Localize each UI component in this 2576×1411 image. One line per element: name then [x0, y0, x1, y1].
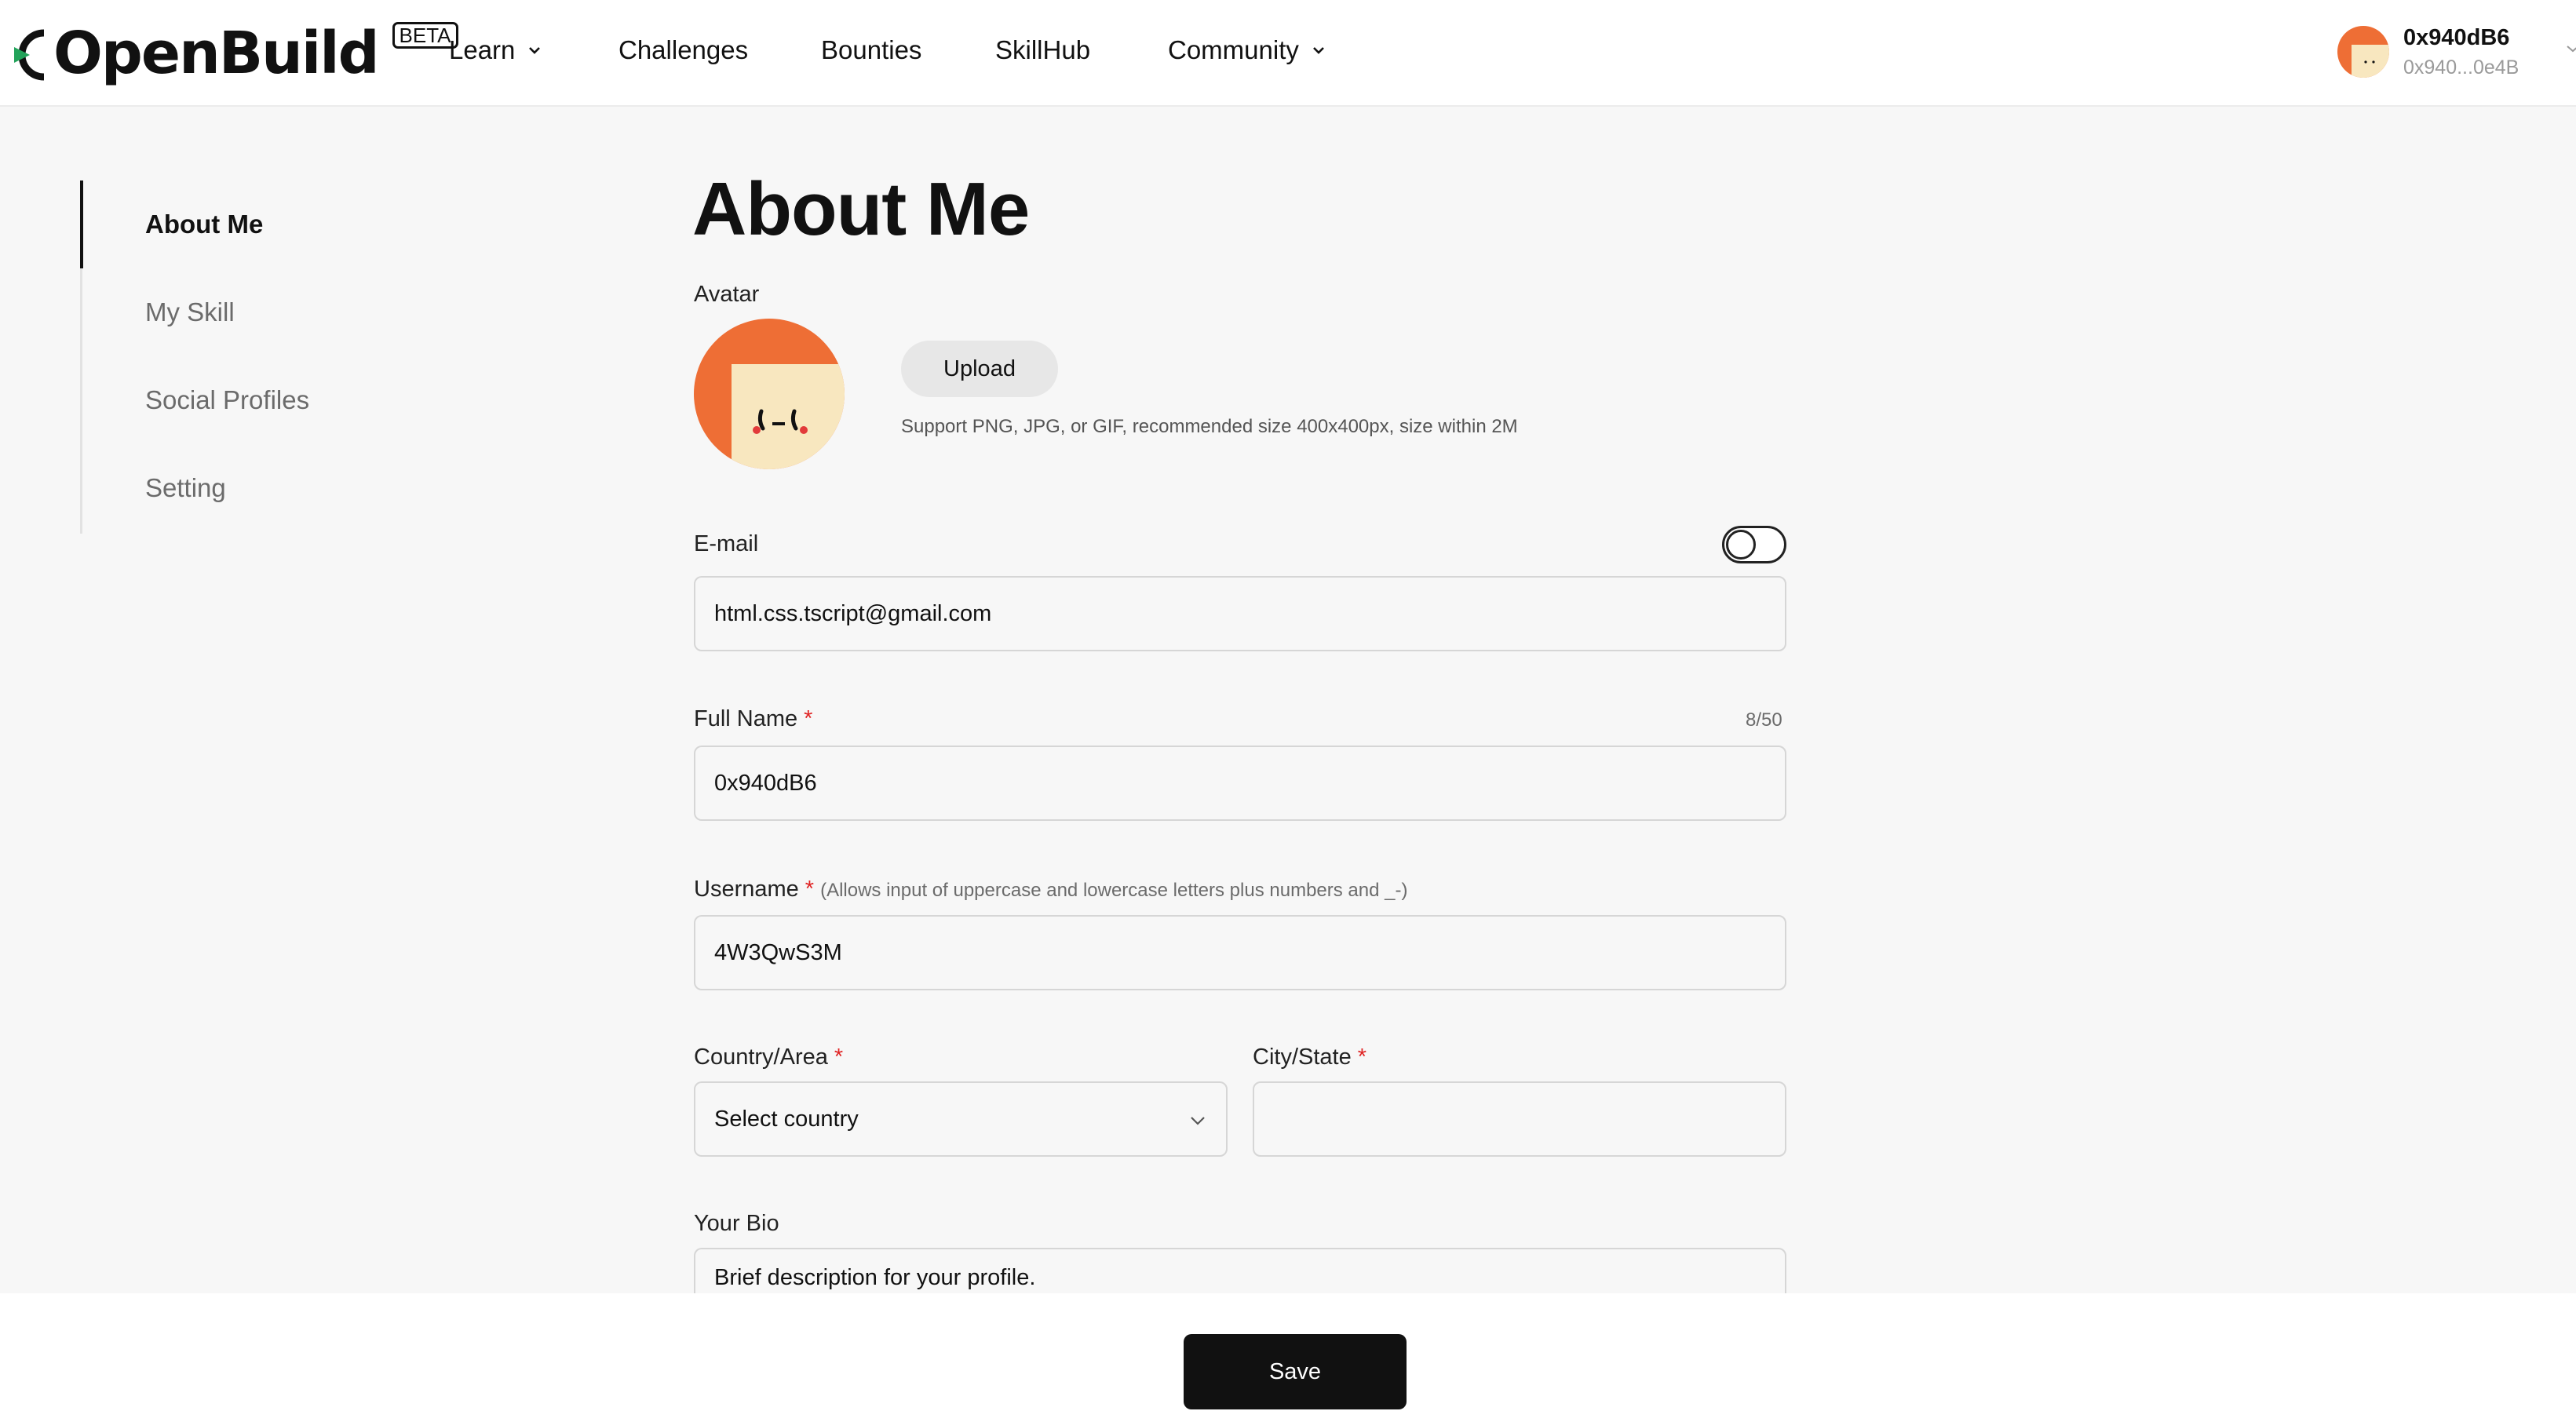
top-navigation-bar: OpenBuild BETA Learn Challenges Bounties… [0, 0, 2576, 107]
chevron-down-icon [529, 47, 541, 54]
bio-label: Your Bio [694, 1211, 779, 1236]
avatar [694, 319, 845, 469]
page-title: About Me [692, 167, 1030, 251]
required-mark: * [1357, 1045, 1367, 1070]
email-value: html.css.tscript@gmail.com [714, 600, 992, 626]
active-indicator [80, 180, 83, 268]
nav-community-label: Community [1168, 35, 1299, 64]
full-name-label-text: Full Name [694, 706, 798, 731]
upload-hint: Support PNG, JPG, or GIF, recommended si… [901, 416, 1518, 437]
nav-challenges[interactable]: Challenges [618, 35, 748, 65]
beta-badge: BETA [392, 22, 458, 49]
full-name-value: 0x940dB6 [714, 770, 817, 796]
sidebar-item-about-me[interactable]: About Me [145, 207, 263, 242]
user-menu[interactable]: 0x940dB6 0x940...0e4B [2337, 20, 2519, 83]
nav-challenges-label: Challenges [618, 35, 749, 64]
required-mark: * [834, 1045, 844, 1070]
bio-placeholder: Brief description for your profile. [714, 1265, 1036, 1290]
nav-bounties[interactable]: Bounties [821, 35, 921, 65]
username-label-text: Username [694, 877, 799, 902]
username-field[interactable]: 4W3QwS3M [694, 915, 1786, 990]
chevron-down-icon [1312, 47, 1324, 54]
profile-avatar-icon [694, 319, 845, 469]
nav-skillhub[interactable]: SkillHub [995, 35, 1090, 65]
openbuild-logo[interactable]: OpenBuild BETA [13, 16, 458, 87]
user-info: 0x940dB6 0x940...0e4B [2403, 22, 2519, 82]
upload-button[interactable]: Upload [901, 341, 1058, 397]
country-placeholder: Select country [714, 1106, 859, 1132]
email-label: E-mail [694, 531, 759, 556]
required-mark: * [804, 706, 813, 731]
logo-arrow-icon [14, 29, 45, 81]
username-hint: (Allows input of uppercase and lowercase… [820, 880, 1408, 901]
sidebar-item-social-profiles[interactable]: Social Profiles [145, 383, 309, 417]
settings-sidebar: About Me My Skill Social Profiles Settin… [80, 180, 473, 534]
user-avatar-icon [2337, 26, 2389, 78]
city-label-text: City/State [1253, 1045, 1352, 1070]
nav-skillhub-label: SkillHub [995, 35, 1091, 64]
sidebar-item-setting[interactable]: Setting [145, 471, 226, 505]
country-label-text: Country/Area [694, 1045, 828, 1070]
required-mark: * [805, 877, 815, 902]
username-value: 4W3QwS3M [714, 939, 842, 965]
avatar-label: Avatar [694, 282, 760, 307]
nav-community[interactable]: Community [1168, 35, 1327, 65]
username-label: Username * (Allows input of uppercase and … [694, 874, 1407, 906]
city-field[interactable] [1253, 1081, 1786, 1157]
email-visibility-toggle[interactable] [1722, 526, 1786, 563]
character-counter: 8/50 [1746, 709, 1782, 731]
full-name-field[interactable]: 0x940dB6 [694, 746, 1786, 821]
chevron-down-icon[interactable] [2565, 41, 2576, 57]
chevron-down-icon [1191, 1117, 1205, 1125]
avatar [2337, 26, 2389, 78]
user-name: 0x940dB6 [2403, 25, 2510, 50]
country-label: Country/Area * [694, 1042, 843, 1072]
nav-bounties-label: Bounties [821, 35, 922, 64]
nav-learn[interactable]: Learn [449, 35, 543, 65]
city-label: City/State * [1253, 1042, 1366, 1072]
nav-learn-label: Learn [449, 35, 516, 64]
country-select[interactable]: Select country [694, 1081, 1228, 1157]
toggle-knob [1726, 530, 1756, 560]
email-field[interactable]: html.css.tscript@gmail.com [694, 576, 1786, 651]
save-button[interactable]: Save [1184, 1334, 1407, 1409]
brand-name: OpenBuild [53, 20, 380, 87]
full-name-label: Full Name * [694, 704, 812, 734]
sidebar-item-my-skill[interactable]: My Skill [145, 295, 235, 330]
user-wallet-address: 0x940...0e4B [2403, 57, 2519, 78]
